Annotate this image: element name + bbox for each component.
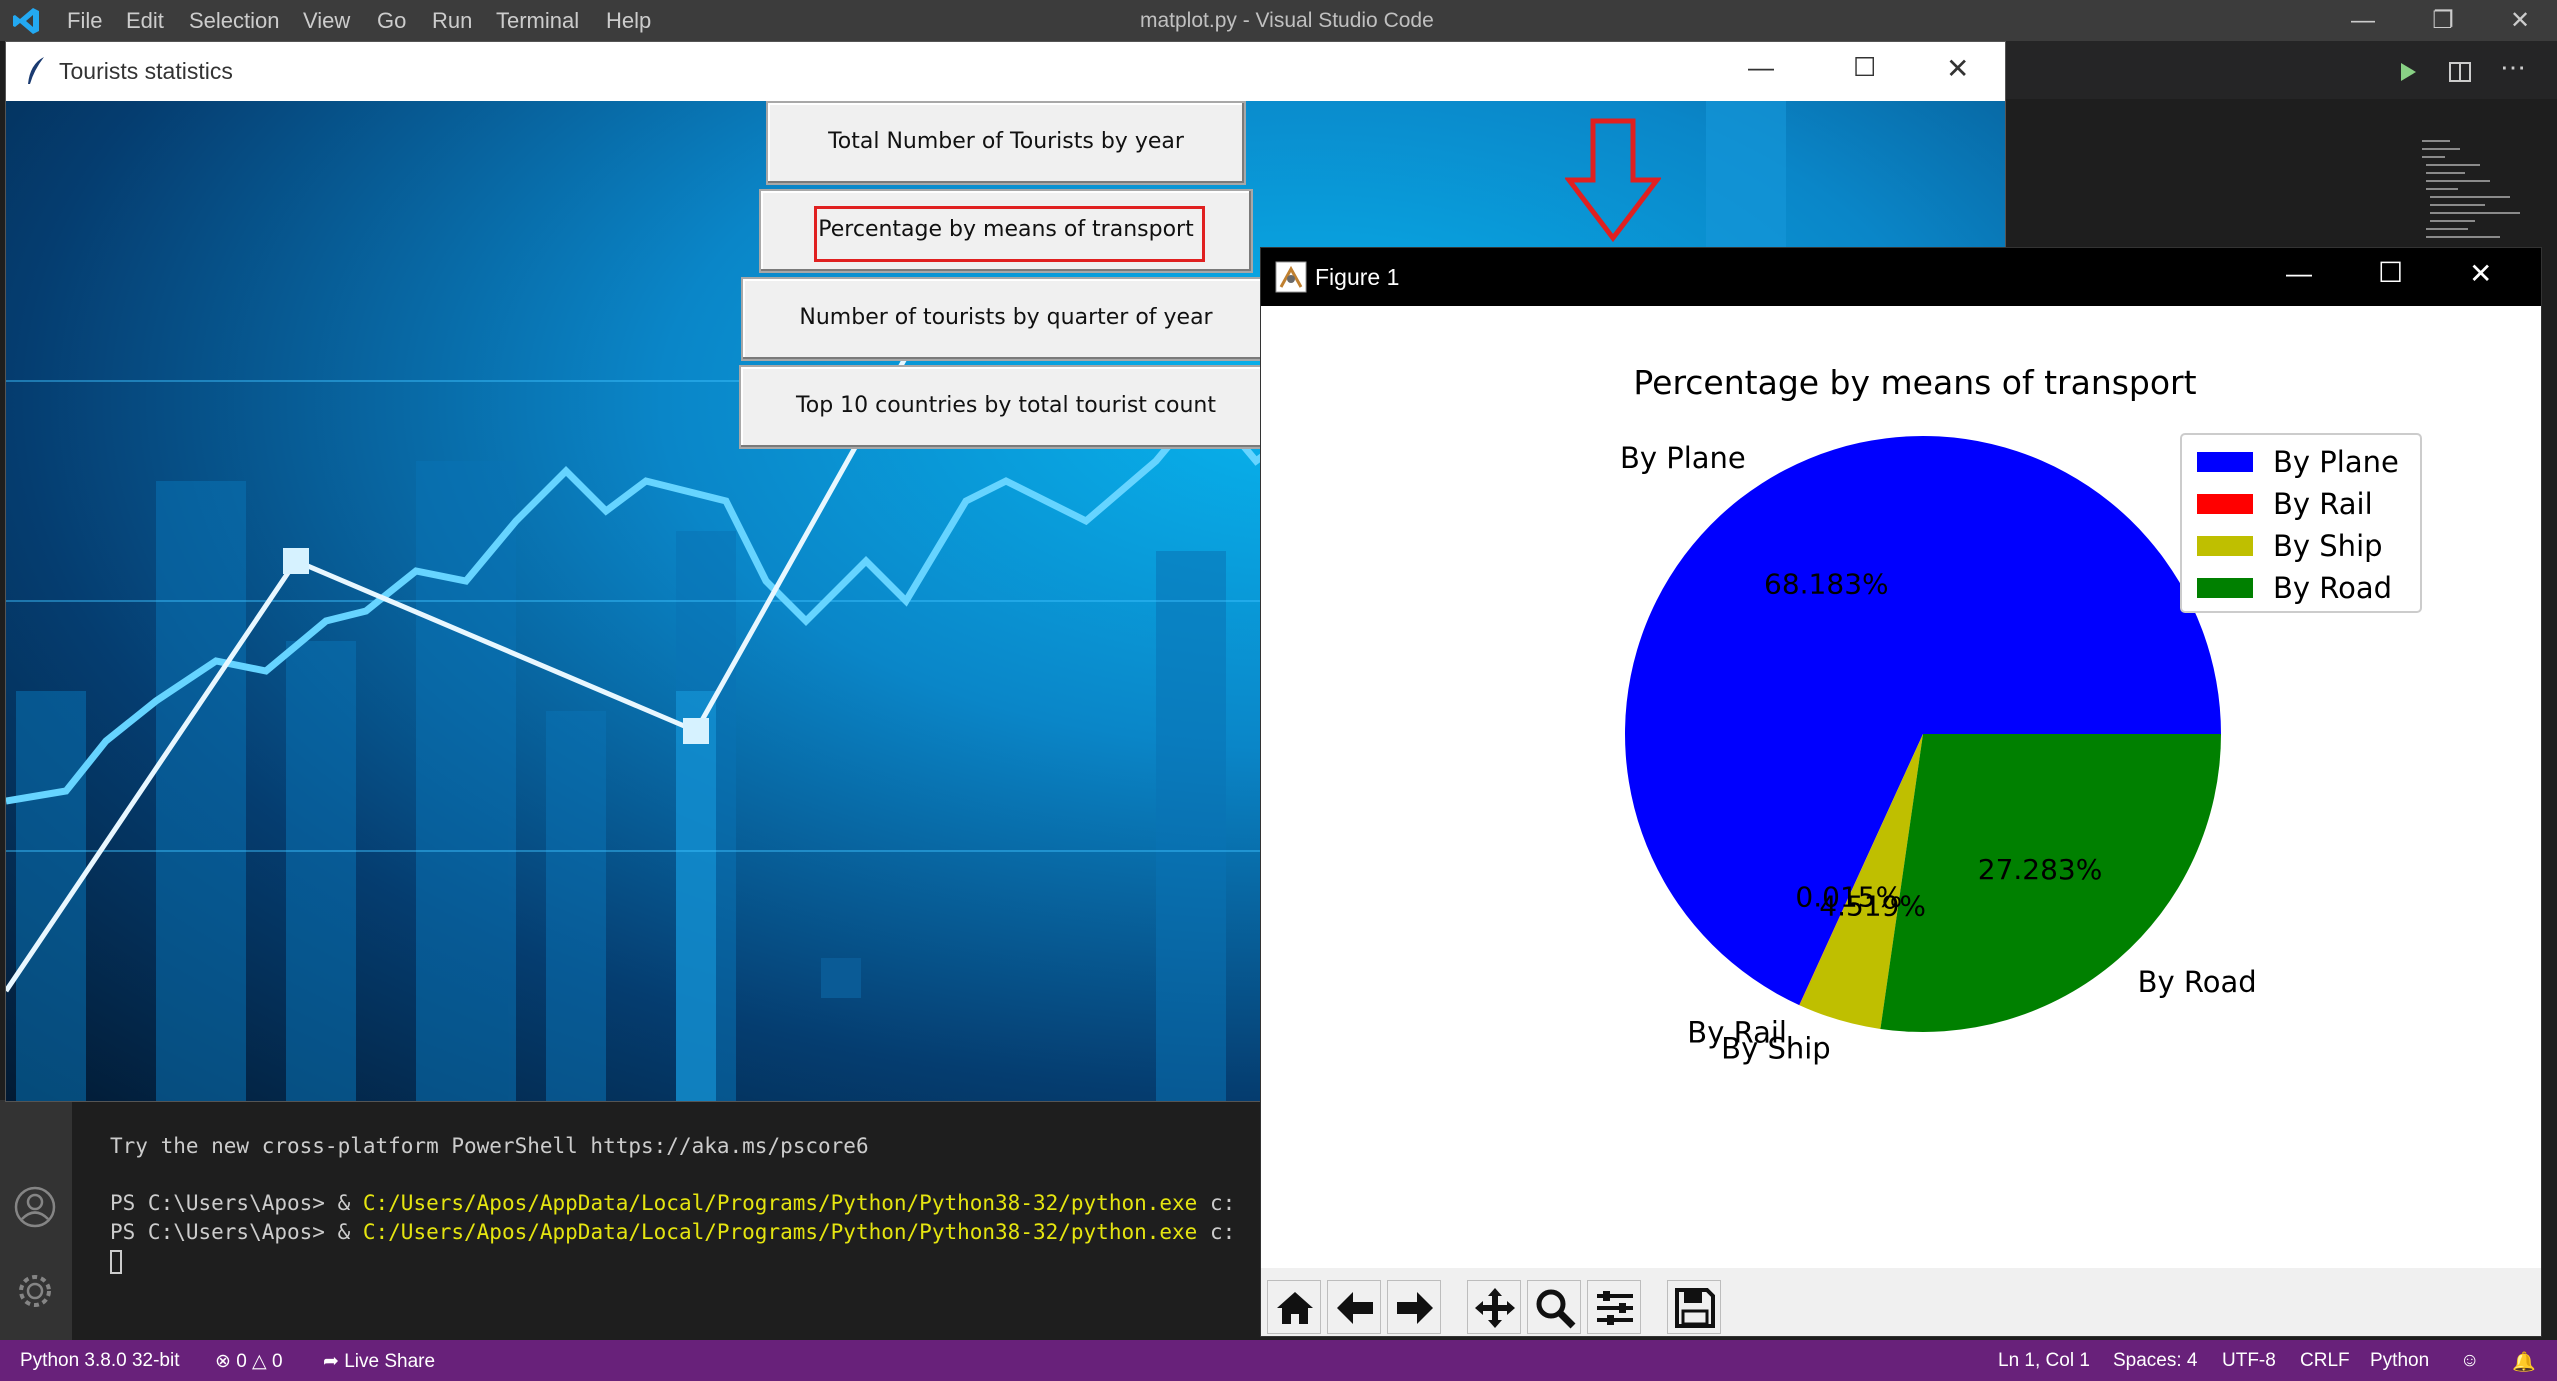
tourists-by-quarter-button[interactable]: Number of tourists by quarter of year bbox=[741, 277, 1271, 361]
vscode-titlebar: File Edit Selection View Go Run Terminal… bbox=[0, 0, 2557, 41]
close-icon[interactable]: ✕ bbox=[2469, 257, 2492, 290]
slice-label: By Plane bbox=[1620, 441, 1746, 475]
highlight-box bbox=[814, 206, 1205, 262]
legend-label: By Rail bbox=[2273, 487, 2373, 521]
feather-icon bbox=[28, 57, 44, 84]
warning-count: 0 bbox=[271, 1351, 283, 1372]
button-label: Total Number of Tourists by year bbox=[828, 129, 1184, 154]
slice-percent-label: 27.283% bbox=[1978, 853, 2103, 886]
legend-label: By Plane bbox=[2273, 445, 2399, 479]
live-share-button[interactable]: ➦ Live Share bbox=[323, 1350, 435, 1373]
encoding[interactable]: UTF-8 bbox=[2222, 1350, 2276, 1372]
indentation[interactable]: Spaces: 4 bbox=[2113, 1350, 2198, 1372]
minimize-icon[interactable]: — bbox=[2333, 4, 2393, 38]
terminal-panel[interactable]: Try the new cross-platform PowerShell ht… bbox=[72, 1100, 1262, 1340]
menu-view[interactable]: View bbox=[303, 8, 350, 34]
menu-go[interactable]: Go bbox=[377, 8, 406, 34]
problems-indicator[interactable]: ⊗ 0 △ 0 bbox=[215, 1350, 283, 1373]
tk-window-title: Tourists statistics bbox=[59, 58, 233, 84]
menu-run[interactable]: Run bbox=[432, 8, 472, 34]
menu-terminal[interactable]: Terminal bbox=[496, 8, 579, 34]
slice-percent-label: 68.183% bbox=[1764, 568, 1889, 601]
editor-actions-bar bbox=[2005, 41, 2557, 99]
configure-icon[interactable] bbox=[1587, 1280, 1641, 1334]
zoom-icon[interactable] bbox=[1527, 1280, 1581, 1334]
run-icon[interactable] bbox=[2396, 60, 2420, 84]
pie-chart: Percentage by means of transport By Plan… bbox=[1620, 363, 2422, 1066]
split-editor-icon[interactable] bbox=[2448, 60, 2472, 84]
close-icon[interactable]: ✕ bbox=[1946, 52, 1969, 85]
terminal-line: PS C:\Users\Apos> & C:/Users/Apos/AppDat… bbox=[110, 1191, 1235, 1215]
slice-label: By Ship bbox=[1721, 1032, 1831, 1066]
menu-help[interactable]: Help bbox=[606, 8, 651, 34]
terminal-suffix: c: bbox=[1197, 1220, 1236, 1244]
more-actions-icon[interactable]: ⋯ bbox=[2500, 52, 2526, 83]
button-label: Number of tourists by quarter of year bbox=[799, 305, 1213, 330]
button-label: Top 10 countries by total tourist count bbox=[796, 393, 1216, 418]
legend-swatch bbox=[2197, 452, 2253, 472]
red-down-arrow-icon bbox=[1565, 118, 1661, 242]
figure-window: Figure 1 — ☐ ✕ Percentage by means of tr… bbox=[1260, 247, 2542, 1337]
terminal-line: PS C:\Users\Apos> & C:/Users/Apos/AppDat… bbox=[110, 1220, 1235, 1244]
terminal-path: C:/Users/Apos/AppData/Local/Programs/Pyt… bbox=[362, 1191, 1198, 1215]
status-bar: Python 3.8.0 32-bit ⊗ 0 △ 0 ➦ Live Share… bbox=[0, 1340, 2557, 1381]
minimize-icon[interactable]: — bbox=[1748, 52, 1774, 83]
top-10-countries-button[interactable]: Top 10 countries by total tourist count bbox=[739, 365, 1273, 449]
terminal-cursor bbox=[110, 1250, 122, 1274]
chart-legend: By Plane By Rail By Ship By Road bbox=[2180, 433, 2422, 613]
legend-swatch bbox=[2197, 536, 2253, 556]
language-mode[interactable]: Python bbox=[2370, 1350, 2429, 1372]
minimize-icon[interactable]: — bbox=[2286, 258, 2312, 289]
total-tourists-by-year-button[interactable]: Total Number of Tourists by year bbox=[766, 101, 1246, 185]
terminal-line: Try the new cross-platform PowerShell ht… bbox=[110, 1134, 869, 1158]
chart-title: Percentage by means of transport bbox=[1633, 363, 2196, 402]
menu-selection[interactable]: Selection bbox=[189, 8, 280, 34]
error-count: 0 bbox=[236, 1351, 247, 1372]
restore-icon[interactable]: ❐ bbox=[2413, 4, 2473, 38]
notifications-icon[interactable]: 🔔 bbox=[2512, 1350, 2536, 1374]
slice-percent-label: 4.519% bbox=[1819, 890, 1926, 923]
line-ending[interactable]: CRLF bbox=[2300, 1350, 2350, 1372]
gear-icon[interactable] bbox=[14, 1270, 56, 1312]
python-interpreter[interactable]: Python 3.8.0 32-bit bbox=[20, 1350, 180, 1372]
terminal-path: C:/Users/Apos/AppData/Local/Programs/Pyt… bbox=[362, 1220, 1198, 1244]
home-icon[interactable] bbox=[1267, 1280, 1321, 1334]
terminal-suffix: c: bbox=[1197, 1191, 1236, 1215]
terminal-prompt: PS C:\Users\Apos> & bbox=[110, 1191, 363, 1215]
close-icon[interactable]: ✕ bbox=[2490, 4, 2550, 38]
save-icon[interactable] bbox=[1667, 1280, 1721, 1334]
legend-swatch bbox=[2197, 494, 2253, 514]
live-share-label: Live Share bbox=[344, 1351, 436, 1372]
tk-titlebar: Tourists statistics — ☐ ✕ bbox=[6, 42, 2005, 101]
forward-arrow-icon[interactable] bbox=[1387, 1280, 1441, 1334]
feedback-icon[interactable]: ☺ bbox=[2460, 1350, 2479, 1372]
slice-label: By Road bbox=[2138, 965, 2257, 999]
cursor-position[interactable]: Ln 1, Col 1 bbox=[1998, 1350, 2090, 1372]
figure-toolbar bbox=[1261, 1268, 2541, 1336]
legend-label: By Road bbox=[2273, 571, 2392, 605]
maximize-icon[interactable]: ☐ bbox=[2378, 256, 2403, 289]
figure-app-icon bbox=[1275, 261, 1307, 293]
vscode-logo-icon bbox=[13, 8, 39, 34]
minimap bbox=[2422, 140, 2520, 238]
terminal-prompt: PS C:\Users\Apos> & bbox=[110, 1220, 363, 1244]
pan-icon[interactable] bbox=[1467, 1280, 1521, 1334]
window-title: matplot.py - Visual Studio Code bbox=[1140, 9, 1434, 32]
account-icon[interactable] bbox=[14, 1186, 56, 1228]
legend-label: By Ship bbox=[2273, 529, 2383, 563]
back-arrow-icon[interactable] bbox=[1327, 1280, 1381, 1334]
menu-edit[interactable]: Edit bbox=[126, 8, 164, 34]
figure-window-title: Figure 1 bbox=[1315, 264, 1400, 290]
maximize-icon[interactable]: ☐ bbox=[1853, 52, 1876, 83]
activity-bar bbox=[0, 1100, 72, 1340]
menu-file[interactable]: File bbox=[67, 8, 102, 34]
figure-titlebar: Figure 1 — ☐ ✕ bbox=[1261, 248, 2541, 306]
legend-swatch bbox=[2197, 578, 2253, 598]
